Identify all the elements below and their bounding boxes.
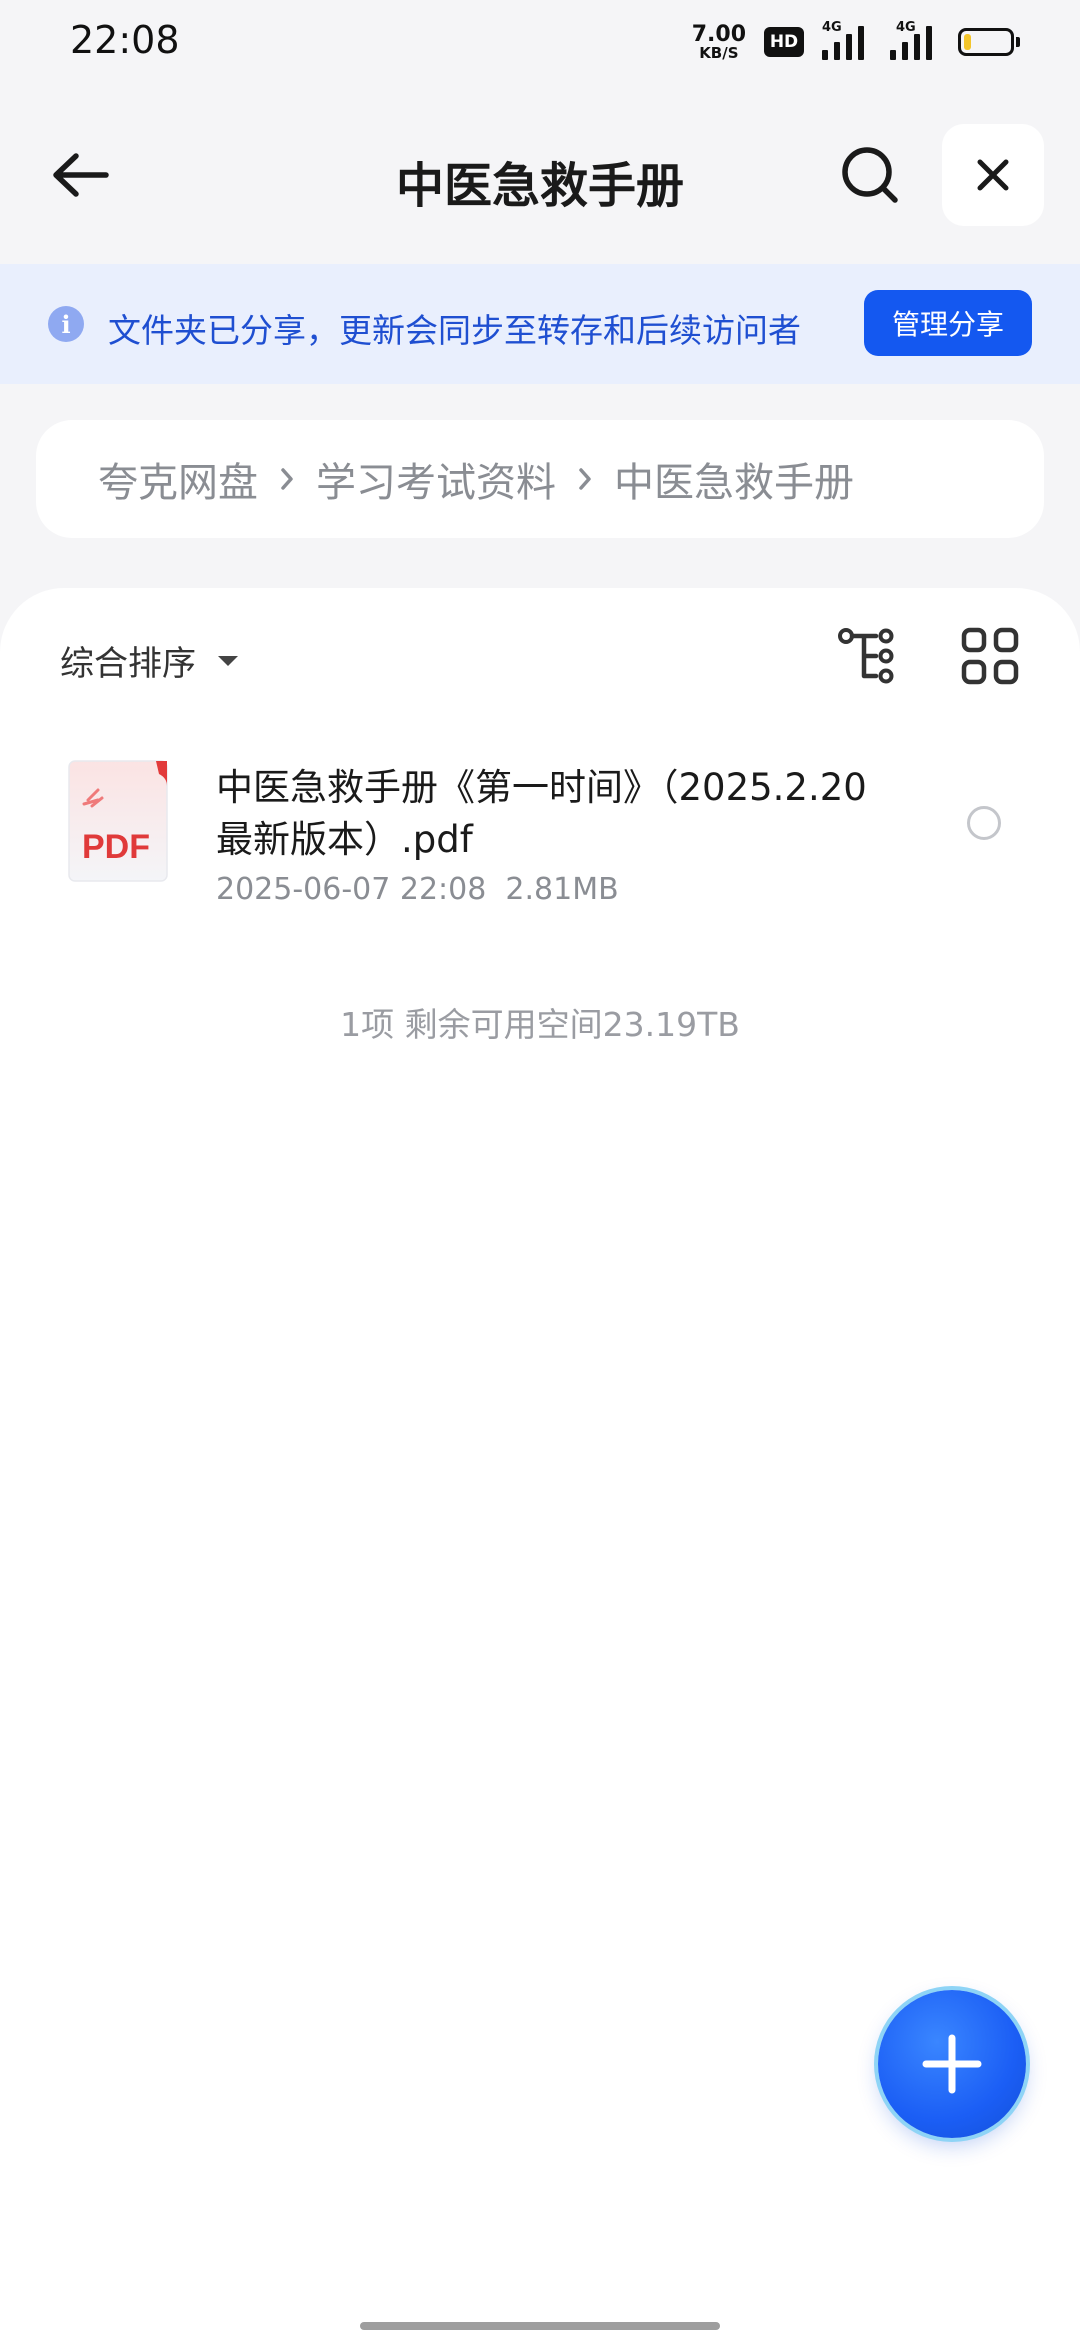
plus-icon [922,2034,982,2094]
breadcrumb-item-root[interactable]: 夸克网盘 [98,450,258,508]
share-banner-text: 文件夹已分享，更新会同步至转存和后续访问者 [108,311,801,350]
tree-view-button[interactable] [836,626,900,686]
add-button[interactable] [878,1990,1026,2138]
status-time: 22:08 [70,18,180,62]
top-app-bar: 中医急救手册 [0,120,1080,230]
search-button[interactable] [830,140,910,210]
search-icon [842,147,898,203]
close-icon [977,159,1009,191]
breadcrumb: 夸克网盘 学习考试资料 中医急救手册 [36,420,1044,538]
hd-voice-icon: HD [764,27,804,57]
storage-summary: 1项 剩余可用空间23.19TB [340,1005,740,1044]
battery-icon [958,28,1020,56]
sort-dropdown[interactable]: 综合排序 [60,636,238,685]
signal-icon-sim2: 4G [890,20,940,60]
info-icon: i [48,306,84,342]
grid-view-button[interactable] [960,626,1020,686]
breadcrumb-item-folder[interactable]: 学习考试资料 [316,450,556,508]
network-speed-value: 7.00 [691,21,746,47]
network-speed-unit: KB/S [699,43,739,62]
app-screen: 22:08 7.00 KB/S HD 4G 4G 中医急救手册 i 文件夹已分享… [0,0,1080,2340]
share-banner: i 文件夹已分享，更新会同步至转存和后续访问者 管理分享 [0,264,1080,384]
page-title: 中医急救手册 [395,158,684,214]
sim1-network-label: 4G [822,20,842,35]
file-list-item[interactable]: PDF 中医急救手册《第一时间》（2025.2.20最新版本）.pdf 2025… [0,748,1080,908]
status-bar: 22:08 7.00 KB/S HD 4G 4G [0,0,1080,84]
close-button[interactable] [942,124,1044,226]
manage-share-button[interactable]: 管理分享 [864,290,1032,356]
pdf-file-icon: PDF [68,760,170,884]
file-name: 中医急救手册《第一时间》（2025.2.20最新版本）.pdf [216,766,867,861]
grid-view-icon [961,627,1019,685]
signal-icon-sim1: 4G [822,20,872,60]
chevron-right-icon [570,459,600,499]
status-icons: 7.00 KB/S HD 4G 4G [691,20,1020,64]
chevron-right-icon [272,459,302,499]
list-toolbar: 综合排序 [0,588,1080,728]
file-size: 2.81MB [505,872,619,907]
sim2-network-label: 4G [896,20,916,35]
breadcrumb-item-current: 中医急救手册 [614,460,854,506]
file-date: 2025-06-07 22:08 [216,872,487,907]
caret-down-icon [218,655,238,666]
network-speed: 7.00 KB/S [691,21,746,62]
tree-view-icon [838,628,894,684]
file-select-radio[interactable] [967,806,1001,840]
file-meta: 2025-06-07 22:08 2.81MB [216,872,619,907]
battery-fill [964,34,971,50]
sort-label: 综合排序 [60,644,196,684]
pdf-icon-label: PDF [82,828,150,866]
home-indicator[interactable] [360,2322,720,2330]
